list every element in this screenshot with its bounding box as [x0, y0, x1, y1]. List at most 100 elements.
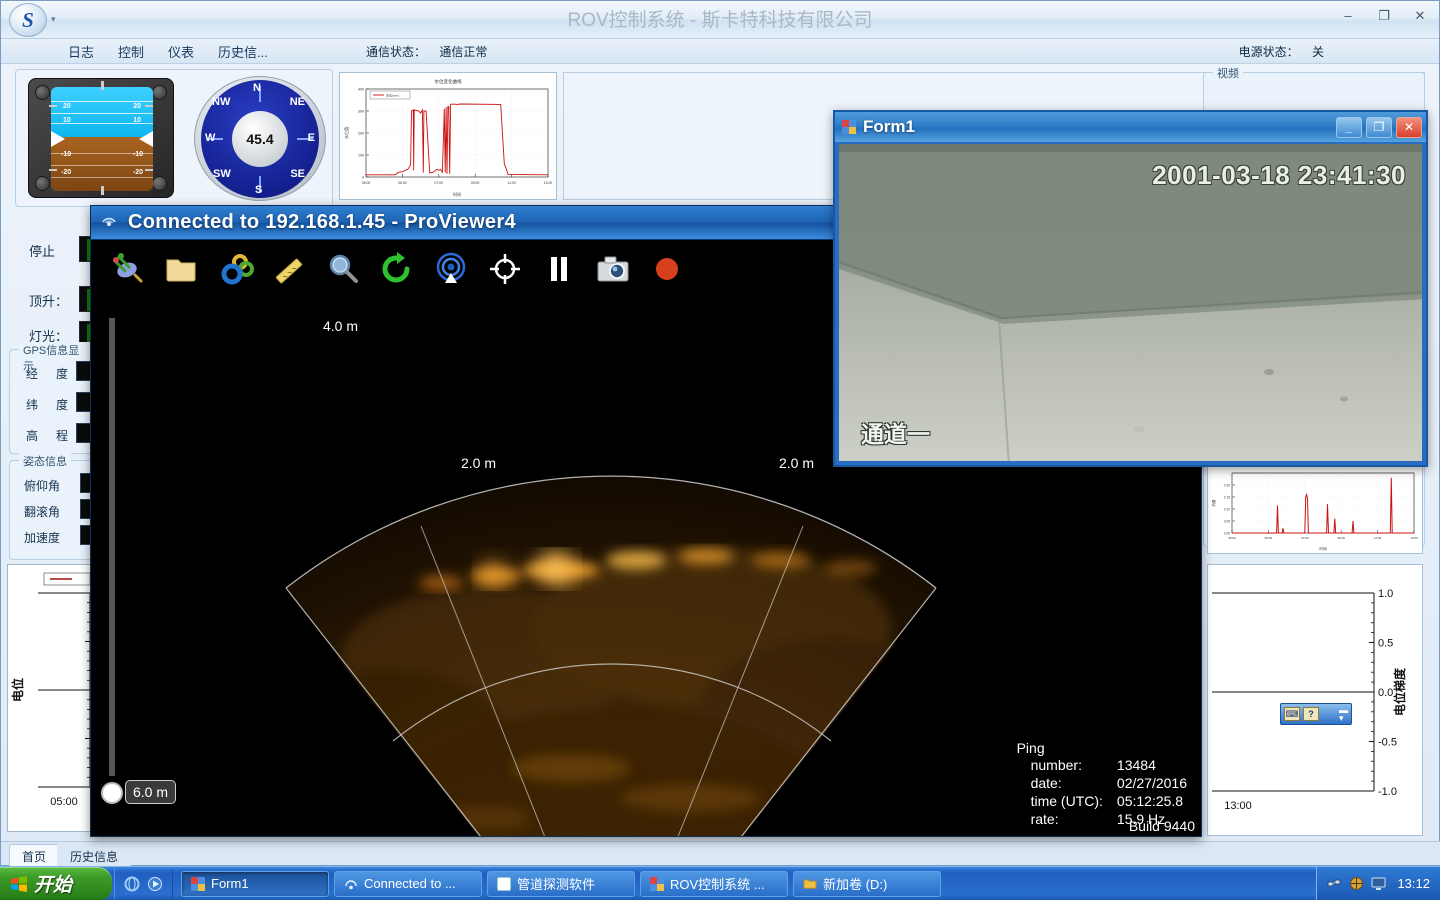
folder-icon[interactable]	[161, 249, 201, 289]
window-controls: – ❐ ✕	[1337, 7, 1431, 25]
svg-text:300: 300	[358, 110, 364, 114]
compass-label-n: N	[253, 81, 261, 94]
refresh-icon[interactable]	[377, 249, 417, 289]
page-title: ROV控制系统 - 斯卡特科技有限公司	[567, 10, 873, 31]
svg-text:0.05: 0.05	[1224, 519, 1230, 523]
gps-label-longitude: 经 度	[26, 367, 72, 381]
menu-item-control[interactable]: 控制	[106, 40, 156, 63]
svg-text:0: 0	[362, 176, 364, 180]
taskbar-button-pipeline[interactable]: 管道探测软件	[487, 870, 635, 897]
svg-text:0.20: 0.20	[1224, 483, 1230, 487]
form1-maximize-button[interactable]: ❐	[1366, 116, 1392, 138]
svg-text:11:00: 11:00	[507, 181, 515, 185]
sonar-icon[interactable]	[431, 249, 471, 289]
attitude-tick-20u2: 20	[133, 103, 141, 110]
browser-icon[interactable]	[124, 876, 140, 892]
taskbar-button-drive[interactable]: 新加卷 (D:)	[793, 870, 941, 897]
attitude-sky	[51, 87, 153, 137]
compass-face: N NE E SE S SW W NW 45.4	[201, 79, 319, 198]
connect-icon[interactable]	[107, 249, 147, 289]
gps-label-altitude: 高 程	[26, 429, 72, 443]
ime-floating-toolbar[interactable]: ⌨ ? ▬ ▾	[1280, 703, 1352, 725]
record-icon[interactable]	[647, 249, 687, 289]
close-button[interactable]: ✕	[1409, 7, 1431, 25]
help-icon[interactable]: ?	[1303, 707, 1319, 721]
chart-spectrum: 流量 时间 0.00 0.05 0.10 0.15 0.20 05:00 06:00 07:00 0…	[1207, 464, 1423, 554]
form1-titlebar[interactable]: Form1 _ ❐ ✕	[835, 112, 1426, 142]
tab-home[interactable]: 首页	[9, 844, 60, 866]
svg-text:09:00: 09:00	[471, 181, 480, 185]
attitude-label-roll: 翻滚角	[24, 505, 61, 519]
toolbar-expand-icon[interactable]: ▬ ▾	[1339, 706, 1348, 723]
gps-info-group: GPS信息显示 经 度 纬 度 高 程	[9, 342, 102, 454]
display-icon[interactable]	[1371, 876, 1386, 891]
svg-text:时间: 时间	[1319, 546, 1327, 551]
compass-label-se: SE	[290, 167, 305, 180]
media-icon[interactable]	[147, 876, 163, 892]
taskbar-button-rov[interactable]: ROV控制系统 ...	[640, 870, 788, 897]
ping-value-date: 02/27/2016	[1116, 775, 1187, 791]
target-icon[interactable]	[485, 249, 525, 289]
screw-icon	[152, 85, 167, 100]
shield-icon[interactable]	[1349, 876, 1364, 891]
compass-label-w: W	[205, 131, 216, 144]
taskbar-buttons: Form1 Connected to ... 管道探测软件 ROV控制系统 ..…	[173, 870, 1316, 897]
menu-item-instrument[interactable]: 仪表	[156, 40, 206, 63]
zoom-icon[interactable]	[323, 249, 363, 289]
taskbar-label-drive: 新加卷 (D:)	[823, 877, 888, 892]
bottom-tabstrip: 首页 历史信息	[1, 841, 1440, 866]
video-frame-graphic	[839, 144, 1422, 461]
attitude-label-accel: 加速度	[24, 531, 61, 545]
compass-label-e: E	[307, 131, 315, 144]
video-feed[interactable]: 2001-03-18 23:41:30 通道一	[839, 144, 1422, 461]
video-group-title: 视频	[1213, 65, 1243, 81]
screw-icon	[152, 176, 167, 191]
range-label-2m-left: 2.0 m	[461, 455, 497, 471]
range-label-2m-right: 2.0 m	[779, 455, 815, 471]
snapshot-icon[interactable]	[593, 249, 633, 289]
svg-text:400: 400	[358, 88, 364, 92]
range-slider-track[interactable]	[109, 318, 115, 776]
measure-icon[interactable]	[269, 249, 309, 289]
attitude-ball: 20 20 10 10 -10 -10 -20 -20	[51, 87, 153, 191]
pause-icon[interactable]	[539, 249, 579, 289]
chart-depth-trend: 水位变化曲线 水位值 时间 0 100 200 300 400 05:00 06:00 07:00 0…	[339, 72, 557, 200]
attitude-tick-10u2: 10	[133, 117, 141, 124]
rov-titlebar: S ▾ ROV控制系统 - 斯卡特科技有限公司 – ❐ ✕	[1, 1, 1439, 39]
minimize-button[interactable]: –	[1337, 7, 1359, 25]
taskbar-button-proviewer[interactable]: Connected to ...	[334, 870, 482, 897]
range-slider-value: 6.0 m	[125, 780, 177, 804]
range-slider-handle[interactable]	[101, 782, 123, 804]
chart-level-right: 1.0 0.5 0.0 -0.5 -1.0 电位梯度 13:00 ⌨ ? ▬ ▾	[1207, 564, 1423, 836]
keyboard-icon[interactable]: ⌨	[1284, 707, 1300, 721]
menu-item-log[interactable]: 日志	[56, 40, 106, 63]
svg-text:07:00: 07:00	[1301, 536, 1309, 540]
maximize-button[interactable]: ❐	[1373, 7, 1395, 25]
svg-text:时间: 时间	[453, 191, 461, 197]
attitude-tick-10d2: -10	[132, 151, 143, 158]
proviewer-title: Connected to 192.168.1.45 - ProViewer4	[128, 211, 516, 233]
video-channel-label: 通道一	[861, 421, 930, 447]
attitude-label-pitch: 俯仰角	[24, 479, 61, 493]
svg-text:流量: 流量	[1211, 499, 1216, 507]
menu-item-history[interactable]: 历史信...	[206, 40, 280, 63]
tab-history[interactable]: 历史信息	[57, 844, 132, 866]
taskbar-button-form1[interactable]: Form1	[181, 870, 329, 897]
attitude-wedge-right	[139, 131, 153, 147]
svg-text:0.15: 0.15	[1224, 495, 1230, 499]
settings-icon[interactable]	[215, 249, 255, 289]
power-status-value: 关	[1311, 45, 1324, 59]
svg-text:0.5: 0.5	[1378, 638, 1393, 650]
network-icon[interactable]	[1327, 876, 1342, 891]
form1-close-button[interactable]: ✕	[1396, 116, 1422, 138]
comm-status: 通信状态： 通信正常	[366, 43, 487, 60]
svg-text:06:00: 06:00	[398, 181, 407, 185]
attitude-info-group: 姿态信息 俯仰角 翻滚角 加速度	[9, 453, 102, 560]
comm-status-label: 通信状态：	[366, 45, 427, 59]
form1-minimize-button[interactable]: _	[1336, 116, 1362, 138]
attitude-indicator: 20 20 10 10 -10 -10 -20 -20	[28, 78, 174, 198]
svg-text:-1.0: -1.0	[1378, 786, 1397, 798]
start-button[interactable]: 开始	[0, 866, 112, 900]
rov-icon	[650, 876, 664, 891]
compass-label-sw: SW	[213, 167, 231, 180]
